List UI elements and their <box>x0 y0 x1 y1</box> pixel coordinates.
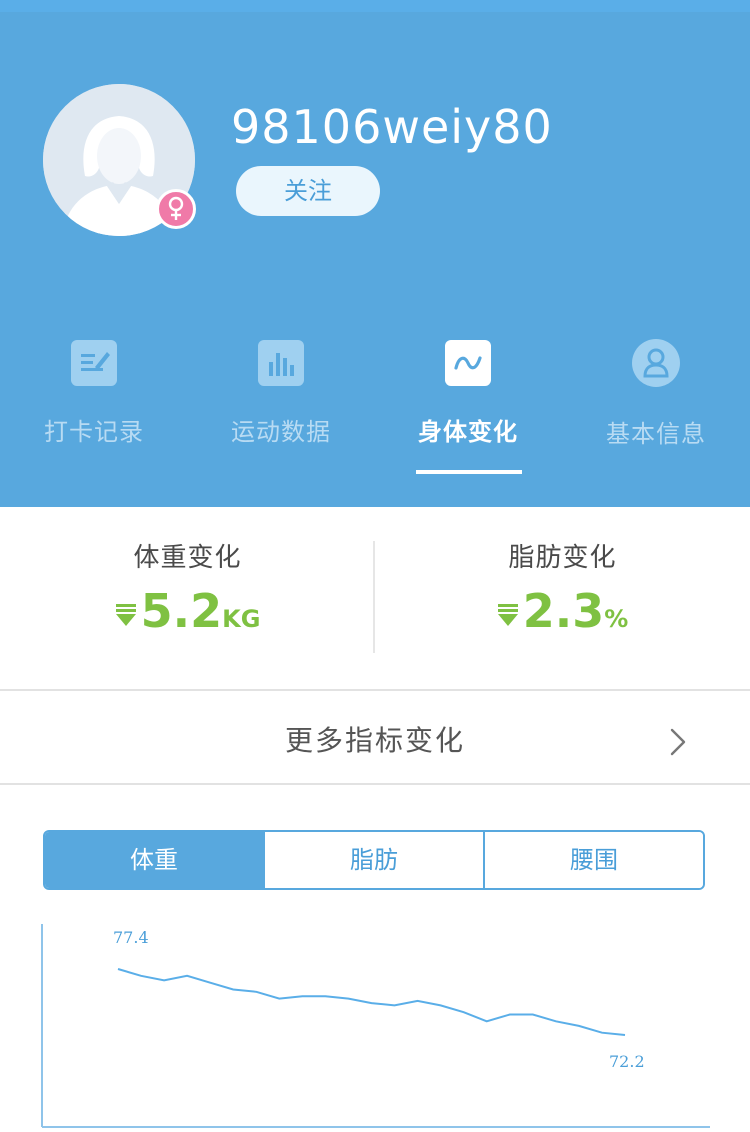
segment-weight[interactable]: 体重 <box>45 832 263 888</box>
min-value-label: 72.2 <box>609 1052 645 1071</box>
fat-change-title: 脂肪变化 <box>508 543 617 573</box>
tab-label: 运动数据 <box>231 418 331 446</box>
segment-waist[interactable]: 腰围 <box>483 832 703 888</box>
divider <box>0 783 750 785</box>
weight-change-value: 5.2 <box>140 584 223 638</box>
tab-sport-data[interactable]: 运动数据 <box>201 340 361 447</box>
tab-label: 打卡记录 <box>44 418 144 446</box>
tab-basic-info[interactable]: 基本信息 <box>576 339 736 449</box>
decrease-arrow-icon <box>115 603 136 626</box>
change-summary: 体重变化 5.2KG 脂肪变化 2.3% <box>0 507 750 689</box>
follow-button[interactable]: 关注 <box>236 166 380 216</box>
more-indicators-label: 更多指标变化 <box>284 724 465 757</box>
wave-trend-icon <box>445 340 491 386</box>
fat-change-stat: 脂肪变化 2.3% <box>375 537 750 638</box>
max-value-label: 77.4 <box>113 928 149 947</box>
fat-change-value: 2.3 <box>522 584 605 638</box>
fat-change-unit: % <box>604 605 629 633</box>
tab-label: 基本信息 <box>606 420 706 448</box>
chevron-right-icon[interactable] <box>664 727 692 757</box>
checkin-record-icon <box>71 340 117 386</box>
weight-line-chart: 77.4 72.2 <box>41 924 710 1128</box>
metric-segmented-control: 体重 脂肪 腰围 <box>43 830 705 890</box>
weight-change-value-row: 5.2KG <box>0 584 375 638</box>
tab-body-change[interactable]: 身体变化 <box>388 340 548 447</box>
weight-change-stat: 体重变化 5.2KG <box>0 537 375 638</box>
bar-chart-icon <box>258 340 304 386</box>
female-badge <box>156 189 196 229</box>
person-icon <box>632 339 680 387</box>
female-symbol-icon <box>168 196 184 220</box>
weight-change-title: 体重变化 <box>133 543 242 573</box>
segment-fat[interactable]: 脂肪 <box>263 832 483 888</box>
tab-label: 身体变化 <box>418 418 518 446</box>
weight-change-unit: KG <box>222 605 261 633</box>
tab-checkin-record[interactable]: 打卡记录 <box>14 340 174 447</box>
active-tab-indicator <box>416 470 522 474</box>
weight-series-line <box>117 968 626 1036</box>
status-bar <box>0 0 750 12</box>
more-indicators-row[interactable]: 更多指标变化 <box>0 690 750 784</box>
fat-change-value-row: 2.3% <box>375 584 750 638</box>
username: 98106weiy80 <box>231 100 553 154</box>
decrease-arrow-icon <box>497 603 518 626</box>
